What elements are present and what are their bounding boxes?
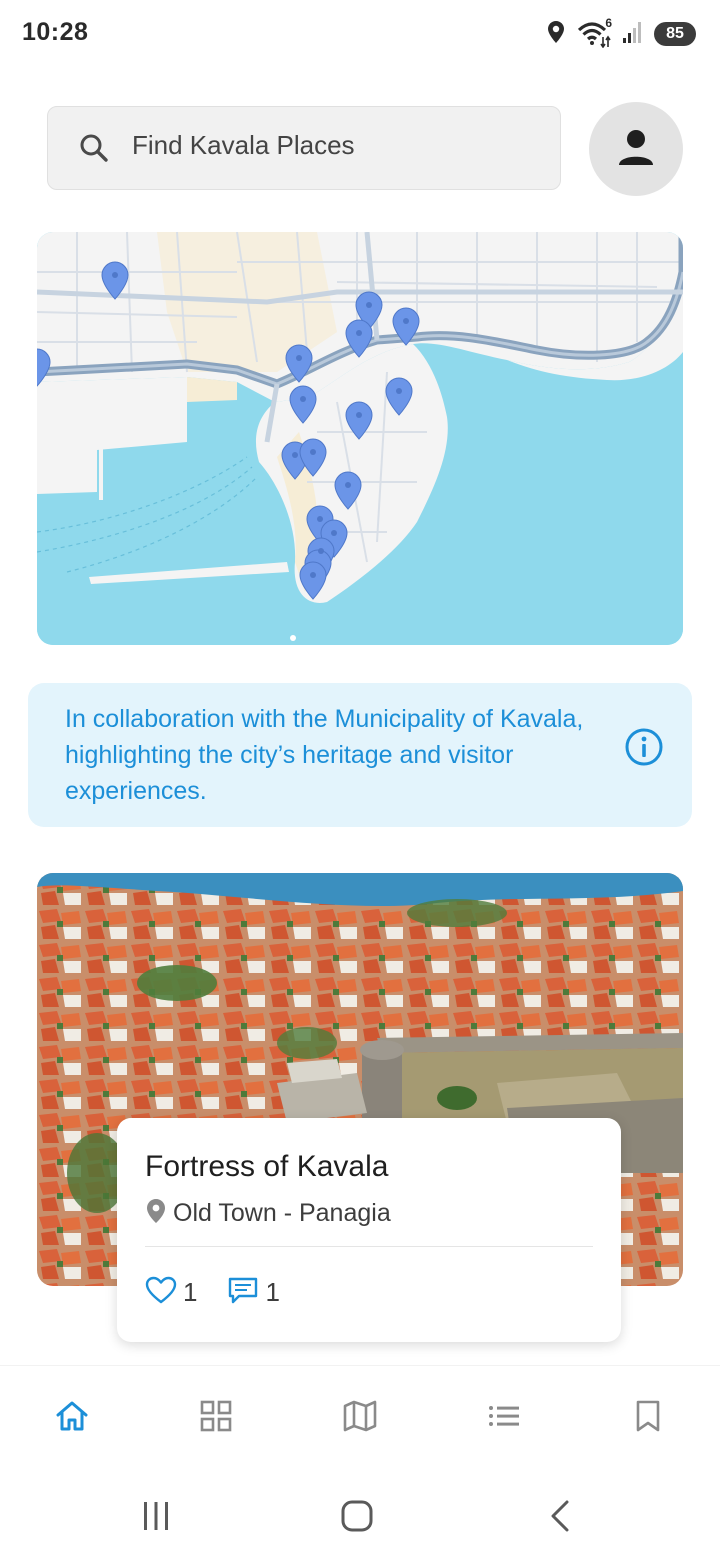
place-location: Old Town - Panagia — [145, 1198, 391, 1229]
nav-map[interactable] — [338, 1396, 382, 1440]
battery-icon: 85 — [654, 22, 696, 46]
person-icon — [616, 127, 656, 172]
status-bar: 10:28 6 85 — [0, 0, 720, 68]
status-time: 10:28 — [22, 18, 89, 46]
info-banner-text: In collaboration with the Municipality o… — [65, 705, 584, 805]
place-location-text: Old Town - Panagia — [173, 1199, 391, 1227]
system-nav — [0, 1470, 720, 1560]
status-icons: 6 85 — [546, 16, 696, 50]
nav-list[interactable] — [482, 1396, 526, 1440]
bottom-nav — [0, 1365, 720, 1470]
bookmark-icon — [630, 1398, 666, 1439]
like-button[interactable]: 1 — [145, 1276, 197, 1309]
recents-icon — [139, 1500, 173, 1537]
comment-icon — [227, 1276, 259, 1309]
home-button[interactable] — [337, 1500, 377, 1536]
recents-button[interactable] — [136, 1500, 176, 1536]
back-button[interactable] — [540, 1500, 580, 1536]
search-icon — [78, 132, 110, 169]
home-icon — [54, 1398, 90, 1439]
pin-icon — [145, 1198, 167, 1229]
wifi-badge: 6 — [605, 16, 612, 30]
map-icon — [342, 1398, 378, 1439]
place-card[interactable]: Fortress of Kavala Old Town - Panagia 1 … — [117, 1118, 621, 1342]
nav-bookmarks[interactable] — [626, 1396, 670, 1440]
home-button-icon — [340, 1499, 374, 1538]
nav-home[interactable] — [50, 1396, 94, 1440]
map-view[interactable] — [37, 232, 683, 645]
back-icon — [545, 1499, 575, 1538]
grid-icon — [198, 1398, 234, 1439]
like-count: 1 — [183, 1277, 198, 1307]
info-banner: In collaboration with the Municipality o… — [28, 683, 692, 827]
nav-categories[interactable] — [194, 1396, 238, 1440]
profile-button[interactable] — [589, 102, 683, 196]
heart-icon — [145, 1276, 177, 1309]
wifi-icon: 6 — [576, 16, 612, 49]
signal-icon — [622, 20, 644, 49]
place-title: Fortress of Kavala — [145, 1150, 389, 1183]
list-icon — [486, 1398, 522, 1439]
comment-button[interactable]: 1 — [227, 1276, 280, 1309]
info-icon[interactable] — [624, 727, 664, 772]
divider — [145, 1246, 593, 1247]
search-placeholder: Find Kavala Places — [132, 130, 355, 160]
location-icon — [546, 20, 566, 49]
comment-count: 1 — [265, 1277, 280, 1307]
place-stats: 1 1 — [145, 1276, 310, 1309]
